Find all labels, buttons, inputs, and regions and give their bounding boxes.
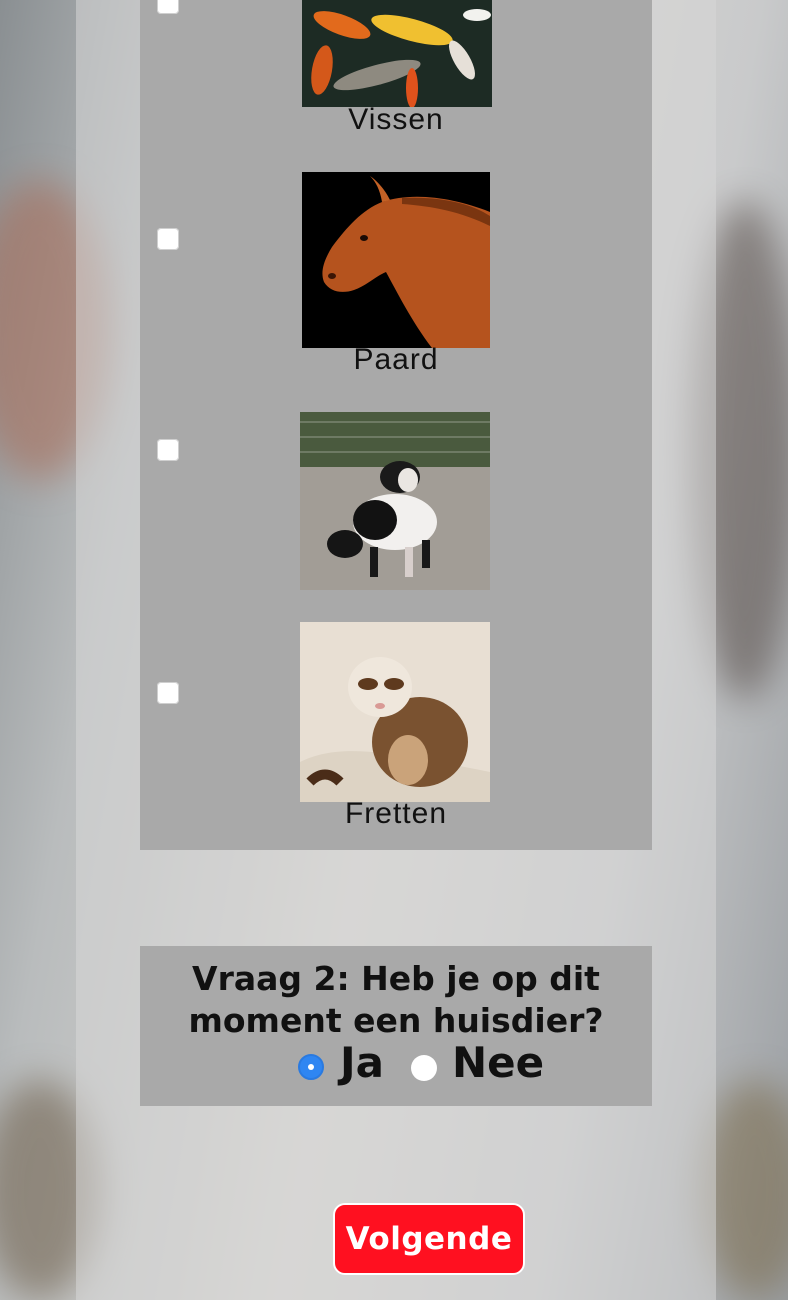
radio-nee[interactable] [411, 1055, 437, 1081]
option-label: Vissen [348, 103, 444, 136]
question-2-panel: Vraag 2: Heb je op dit moment een huisdi… [140, 946, 652, 1106]
radio-nee-label[interactable]: Nee [452, 1038, 544, 1088]
radio-ja[interactable] [298, 1054, 324, 1080]
option-paard[interactable]: Paard [140, 172, 652, 382]
question-2-title: Vraag 2: Heb je op dit moment een huisdi… [188, 959, 604, 1040]
option-checkbox[interactable] [157, 682, 179, 704]
option-label: Fretten [344, 797, 448, 830]
question-1-panel: Vissen Paard Fretten [140, 0, 652, 850]
option-checkbox[interactable] [157, 228, 179, 250]
option-fretten[interactable]: Fretten [140, 622, 652, 832]
option-pig[interactable] [140, 412, 652, 592]
horse-photo [302, 172, 490, 348]
pig-photo [300, 412, 490, 590]
next-button[interactable]: Volgende [333, 1203, 525, 1275]
koi-fish-photo [302, 0, 492, 107]
option-vissen[interactable]: Vissen [140, 0, 652, 140]
radio-ja-label[interactable]: Ja [340, 1038, 384, 1088]
ferret-photo [300, 622, 490, 802]
option-label: Paard [353, 343, 439, 376]
option-checkbox[interactable] [157, 0, 179, 14]
option-checkbox[interactable] [157, 439, 179, 461]
